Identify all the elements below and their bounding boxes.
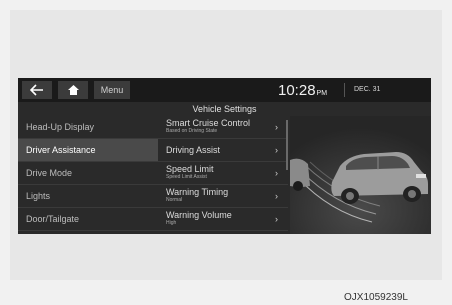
sidebar-item-door-tailgate[interactable]: Door/Tailgate bbox=[18, 208, 158, 231]
sidebar-item-head-up-display[interactable]: Head-Up Display bbox=[18, 116, 158, 139]
option-sublabel: Speed Limit Assist bbox=[166, 174, 207, 180]
sidebar-item-drive-mode[interactable]: Drive Mode bbox=[18, 162, 158, 185]
car-sensor-illustration bbox=[290, 116, 431, 234]
clock-time: 10:28 bbox=[278, 82, 316, 99]
sidebar-item-lights[interactable]: Lights bbox=[18, 185, 158, 208]
option-sublabel: Normal bbox=[166, 197, 183, 203]
menu-button[interactable]: Menu bbox=[94, 81, 130, 99]
figure-caption: OJX1059239L bbox=[344, 292, 408, 303]
back-button[interactable] bbox=[22, 81, 52, 99]
home-icon bbox=[67, 85, 79, 95]
option-label: Smart Cruise Control bbox=[166, 118, 251, 128]
option-driving-assist[interactable]: Driving Assist › bbox=[158, 139, 288, 162]
options-list: Smart Cruise Control Based on Driving St… bbox=[158, 116, 288, 234]
option-label: Warning Timing bbox=[166, 187, 229, 197]
top-bar: Menu 10:28PM DEC. 31 bbox=[18, 78, 431, 102]
infotainment-screen: Menu 10:28PM DEC. 31 Vehicle Settings He… bbox=[18, 78, 431, 234]
back-arrow-icon bbox=[30, 84, 43, 96]
home-button[interactable] bbox=[58, 81, 88, 99]
option-label: Speed Limit bbox=[166, 164, 214, 174]
settings-sidebar: Head-Up Display Driver Assistance Drive … bbox=[18, 116, 158, 234]
chevron-right-icon: › bbox=[275, 168, 278, 178]
chevron-right-icon: › bbox=[275, 214, 278, 224]
option-speed-limit[interactable]: Speed Limit Speed Limit Assist › bbox=[158, 162, 288, 185]
options-scrollbar[interactable] bbox=[286, 120, 288, 170]
clock: 10:28PM bbox=[278, 82, 327, 100]
page-title: Vehicle Settings bbox=[192, 104, 257, 114]
option-warning-volume[interactable]: Warning Volume High › bbox=[158, 208, 288, 231]
topbar-divider bbox=[344, 83, 345, 97]
chevron-right-icon: › bbox=[275, 145, 278, 155]
option-smart-cruise-control[interactable]: Smart Cruise Control Based on Driving St… bbox=[158, 116, 288, 139]
chevron-right-icon: › bbox=[275, 191, 278, 201]
option-label: Driving Assist bbox=[166, 145, 221, 155]
option-warning-timing[interactable]: Warning Timing Normal › bbox=[158, 185, 288, 208]
option-sublabel: High bbox=[166, 220, 177, 226]
date-label: DEC. 31 bbox=[354, 86, 381, 93]
option-sublabel: Based on Driving State bbox=[166, 128, 218, 134]
sidebar-item-driver-assistance[interactable]: Driver Assistance bbox=[18, 139, 158, 162]
clock-ampm: PM bbox=[316, 90, 328, 97]
option-label: Warning Volume bbox=[166, 210, 232, 220]
car-illustration bbox=[290, 116, 431, 234]
chevron-right-icon: › bbox=[275, 122, 278, 132]
